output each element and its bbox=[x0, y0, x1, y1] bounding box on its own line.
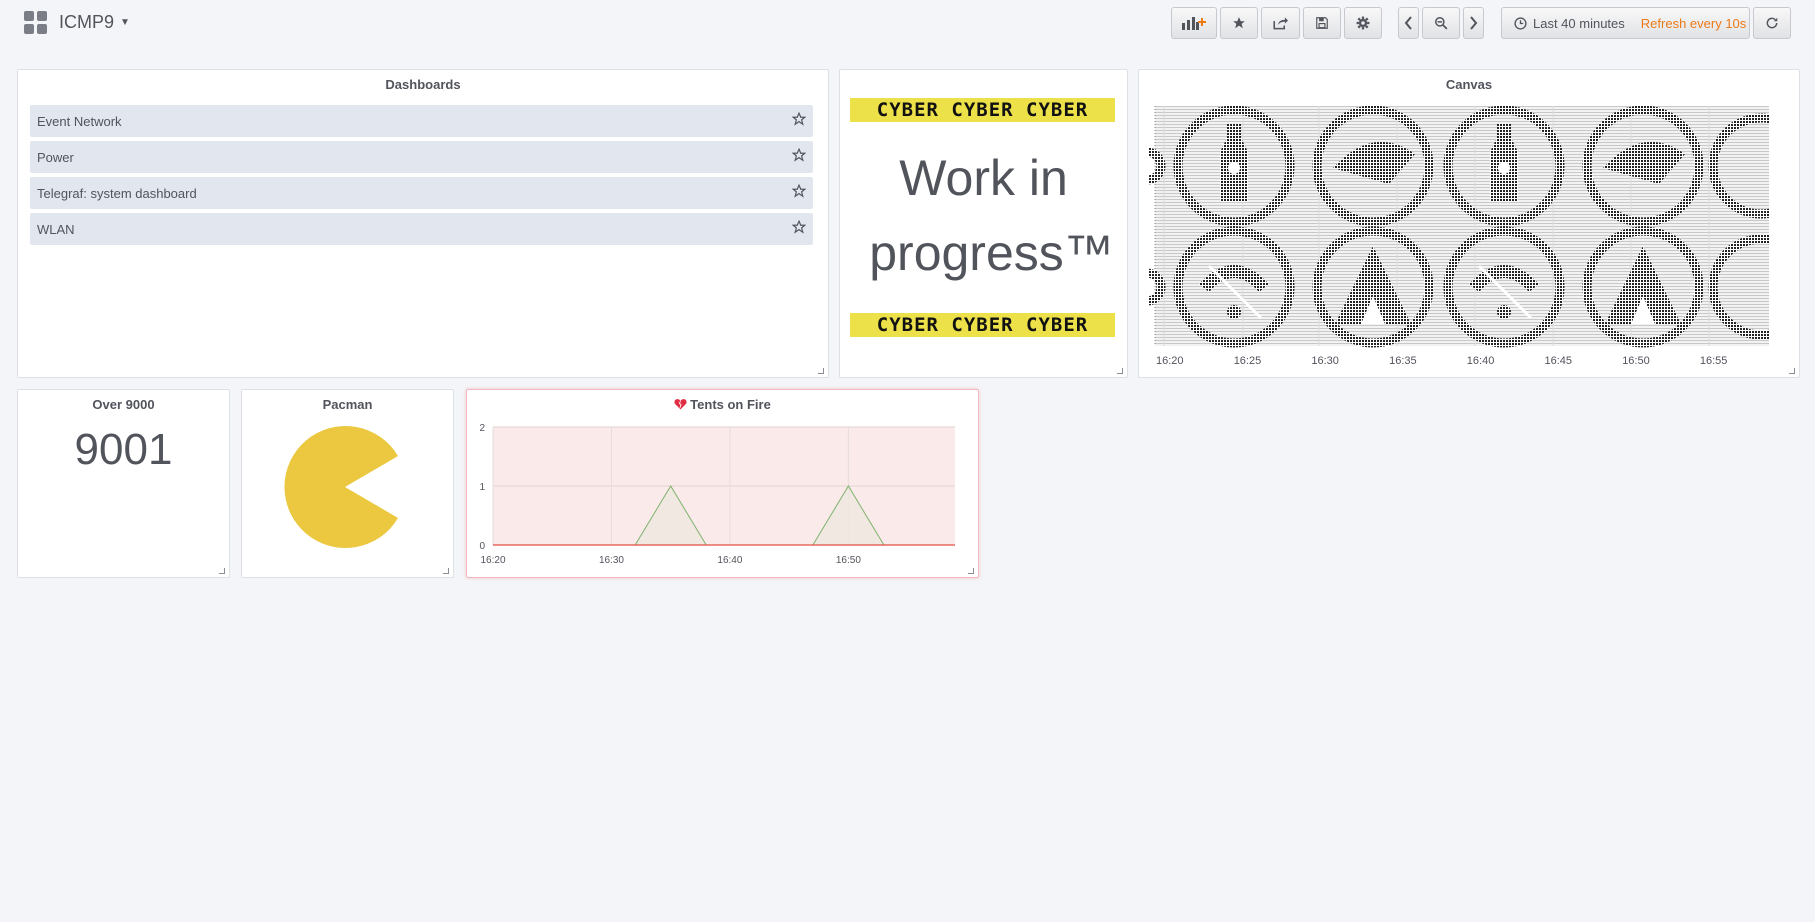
y-tick-label: 1 bbox=[479, 482, 485, 493]
dashboard-list-item[interactable]: WLAN bbox=[30, 213, 813, 245]
panel-title-row[interactable]: Tents on Fire bbox=[467, 397, 978, 412]
resize-handle[interactable] bbox=[818, 368, 824, 374]
x-tick-label: 16:20 bbox=[1156, 355, 1184, 367]
time-range-label: Last 40 minutes bbox=[1533, 15, 1625, 31]
star-icon[interactable] bbox=[792, 112, 806, 126]
refresh-button[interactable] bbox=[1753, 7, 1791, 39]
save-button[interactable] bbox=[1303, 7, 1341, 39]
chevron-right-icon bbox=[1470, 16, 1478, 30]
pie-slice bbox=[284, 426, 398, 548]
wip-line-1: Work in bbox=[899, 150, 1068, 206]
save-icon bbox=[1316, 17, 1328, 29]
panel-title: Tents on Fire bbox=[690, 397, 771, 412]
resize-handle[interactable] bbox=[1789, 368, 1795, 374]
resize-handle[interactable] bbox=[443, 568, 449, 574]
star-icon[interactable] bbox=[792, 220, 806, 234]
refresh-icon bbox=[1766, 17, 1778, 29]
tents-chart: 0 1 2 16:20 16:30 16:40 16:50 bbox=[479, 423, 956, 566]
dashboards-panel: Dashboards Event Network Power Telegraf:… bbox=[17, 69, 829, 378]
navbar: ICMP9 ▼ Last 40 minutes Refresh every 10… bbox=[0, 0, 1815, 46]
refresh-interval-label: Refresh every 10s bbox=[1640, 15, 1747, 31]
time-back-button[interactable] bbox=[1398, 7, 1419, 39]
stat-value: 9001 bbox=[74, 425, 173, 474]
x-tick-label: 16:30 bbox=[599, 555, 624, 566]
x-tick-label: 16:20 bbox=[480, 555, 505, 566]
canvas-graphic bbox=[1149, 106, 1769, 348]
zoom-out-icon bbox=[1435, 17, 1448, 30]
panel-title[interactable]: Canvas bbox=[1139, 77, 1799, 92]
x-tick-label: 16:55 bbox=[1699, 355, 1728, 367]
settings-button[interactable] bbox=[1344, 7, 1382, 39]
pacman-chart bbox=[284, 426, 398, 548]
dashboard-picker[interactable]: ICMP9 ▼ bbox=[24, 11, 130, 34]
gear-icon bbox=[1356, 16, 1370, 30]
dashboard-list-item[interactable]: Telegraf: system dashboard bbox=[30, 177, 813, 209]
share-icon bbox=[1273, 17, 1288, 30]
y-tick-label: 2 bbox=[479, 423, 485, 434]
star-icon[interactable] bbox=[792, 148, 806, 162]
x-tick-label: 16:30 bbox=[1311, 355, 1339, 367]
star-button[interactable] bbox=[1220, 7, 1258, 39]
dashboard-list-item[interactable]: Power bbox=[30, 141, 813, 173]
x-tick-label: 16:25 bbox=[1233, 355, 1262, 367]
time-forward-button[interactable] bbox=[1463, 7, 1484, 39]
x-tick-label: 16:45 bbox=[1544, 355, 1573, 367]
dashboard-title: ICMP9 bbox=[59, 12, 115, 32]
clock-icon bbox=[1514, 16, 1527, 30]
x-tick-label: 16:50 bbox=[836, 555, 861, 566]
dashboard-link[interactable]: Event Network bbox=[37, 114, 122, 129]
star-icon[interactable] bbox=[792, 184, 806, 198]
tents-panel: Tents on Fire 0 1 2 16:20 16:30 16:40 16:50 bbox=[466, 389, 979, 578]
wip-line-2: progress™ bbox=[869, 225, 1114, 281]
x-tick-label: 16:40 bbox=[717, 555, 742, 566]
broken-heart-icon bbox=[674, 399, 687, 410]
zoom-out-button[interactable] bbox=[1422, 7, 1460, 39]
wip-panel: CYBER CYBER CYBER Work in progress™ CYBE… bbox=[839, 69, 1128, 378]
add-panel-icon bbox=[1182, 17, 1206, 30]
x-tick-label: 16:35 bbox=[1389, 355, 1417, 367]
resize-handle[interactable] bbox=[1117, 368, 1123, 374]
add-panel-button[interactable] bbox=[1171, 7, 1217, 39]
grid-icon bbox=[24, 11, 47, 34]
stat-panel: Over 9000 9001 bbox=[17, 389, 230, 578]
dashboard-link[interactable]: Telegraf: system dashboard bbox=[37, 186, 197, 201]
pacman-panel: Pacman bbox=[241, 389, 454, 578]
x-tick-label: 16:40 bbox=[1466, 355, 1495, 367]
dashboard-list-item[interactable]: Event Network bbox=[30, 105, 813, 137]
cyber-banner-top: CYBER CYBER CYBER bbox=[850, 98, 1115, 122]
time-picker-button[interactable]: Last 40 minutes Refresh every 10s bbox=[1501, 7, 1750, 39]
panel-title[interactable]: Over 9000 bbox=[18, 397, 229, 412]
panel-title[interactable]: Pacman bbox=[242, 397, 453, 412]
star-icon bbox=[1233, 17, 1245, 29]
dashboard-link[interactable]: WLAN bbox=[37, 222, 75, 237]
x-tick-label: 16:50 bbox=[1622, 355, 1650, 367]
panel-title[interactable]: Dashboards bbox=[18, 77, 828, 92]
chevron-left-icon bbox=[1404, 16, 1412, 30]
dashboard-link[interactable]: Power bbox=[37, 150, 74, 165]
y-tick-label: 0 bbox=[479, 541, 485, 552]
cyber-banner-bottom: CYBER CYBER CYBER bbox=[850, 313, 1115, 337]
resize-handle[interactable] bbox=[968, 568, 974, 574]
share-button[interactable] bbox=[1261, 7, 1300, 39]
resize-handle[interactable] bbox=[219, 568, 225, 574]
canvas-panel: Canvas 16:20 16:25 16:30 16:35 16:40 16:… bbox=[1138, 69, 1800, 378]
caret-down-icon: ▼ bbox=[120, 17, 130, 28]
